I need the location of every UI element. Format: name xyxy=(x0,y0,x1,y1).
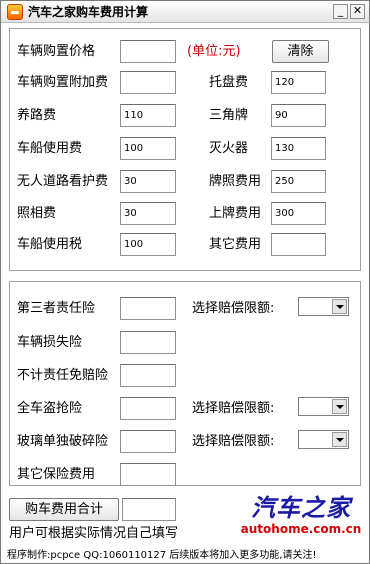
close-button[interactable]: ✕ xyxy=(350,4,365,19)
brand-name: 汽车之家 xyxy=(251,494,351,522)
vehicle-use-input[interactable]: 100 xyxy=(120,137,176,160)
other-insurance-label: 其它保险费用 xyxy=(17,467,96,482)
price-input[interactable] xyxy=(120,40,176,63)
autohome-logo: 汽车之家 autohome.com.cn xyxy=(239,494,363,536)
minimize-button[interactable]: _ xyxy=(333,4,348,19)
tray-label: 托盘费 xyxy=(209,75,249,90)
road-label: 养路费 xyxy=(17,108,57,123)
other-fee-input[interactable] xyxy=(271,233,326,256)
third-party-label: 第三者责任险 xyxy=(17,301,96,316)
limit-select-2[interactable] xyxy=(298,397,349,416)
third-party-input[interactable] xyxy=(120,297,176,320)
plating-input[interactable]: 300 xyxy=(271,202,326,225)
extinguisher-input[interactable]: 130 xyxy=(271,137,326,160)
unmanned-input[interactable]: 30 xyxy=(120,170,176,193)
unmanned-label: 无人道路看护费 xyxy=(17,174,109,189)
surcharge-label: 车辆购置附加费 xyxy=(17,75,109,90)
other-insurance-input[interactable] xyxy=(120,463,176,486)
extinguisher-label: 灭火器 xyxy=(209,141,249,156)
triangle-label: 三角牌 xyxy=(209,108,249,123)
triangle-input[interactable]: 90 xyxy=(271,104,326,127)
vehicle-tax-input[interactable]: 100 xyxy=(120,233,176,256)
glass-input[interactable] xyxy=(120,430,176,453)
app-icon xyxy=(7,4,23,20)
photo-input[interactable]: 30 xyxy=(120,202,176,225)
deductible-input[interactable] xyxy=(120,364,176,387)
plating-label: 上牌费用 xyxy=(209,206,262,221)
total-output[interactable] xyxy=(122,498,176,521)
title-bar[interactable]: 汽车之家购车费用计算 _ ✕ xyxy=(1,1,369,23)
tray-input[interactable]: 120 xyxy=(271,71,326,94)
vehicle-use-label: 车船使用费 xyxy=(17,141,83,156)
limit-select-1[interactable] xyxy=(298,297,349,316)
damage-input[interactable] xyxy=(120,331,176,354)
chevron-down-icon[interactable] xyxy=(332,299,347,314)
deductible-label: 不计责任免赔险 xyxy=(17,368,109,383)
limit-label-3: 选择赔偿限额: xyxy=(192,434,275,449)
theft-input[interactable] xyxy=(120,397,176,420)
other-fee-label: 其它费用 xyxy=(209,237,262,252)
price-label: 车辆购置价格 xyxy=(17,44,96,59)
theft-label: 全车盗抢险 xyxy=(17,401,83,416)
calculator-window: 汽车之家购车费用计算 _ ✕ 车辆购置价格 (单位:元) 清除 车辆购置附加费 … xyxy=(0,0,370,564)
brand-url: autohome.com.cn xyxy=(240,522,362,536)
glass-label: 玻璃单独破碎险 xyxy=(17,434,109,449)
limit-label-1: 选择赔偿限额: xyxy=(192,301,275,316)
window-title: 汽车之家购车费用计算 xyxy=(28,5,149,19)
damage-label: 车辆损失险 xyxy=(17,335,83,350)
total-button[interactable]: 购车费用合计 xyxy=(9,498,119,521)
photo-label: 照相费 xyxy=(17,206,57,221)
fill-note: 用户可根据实际情况自己填写 xyxy=(9,526,179,541)
vehicle-tax-label: 车船使用税 xyxy=(17,237,83,252)
chevron-down-icon[interactable] xyxy=(332,399,347,414)
limit-select-3[interactable] xyxy=(298,430,349,449)
surcharge-input[interactable] xyxy=(120,71,176,94)
unit-label: (单位:元) xyxy=(187,44,241,59)
limit-label-2: 选择赔偿限额: xyxy=(192,401,275,416)
plate-label: 牌照费用 xyxy=(209,174,262,189)
chevron-down-icon[interactable] xyxy=(332,432,347,447)
plate-input[interactable]: 250 xyxy=(271,170,326,193)
road-input[interactable]: 110 xyxy=(120,104,176,127)
clear-button[interactable]: 清除 xyxy=(272,40,329,63)
footer-credit: 程序制作:pcpce QQ:1060110127 后续版本将加入更多功能,请关注… xyxy=(7,550,317,561)
